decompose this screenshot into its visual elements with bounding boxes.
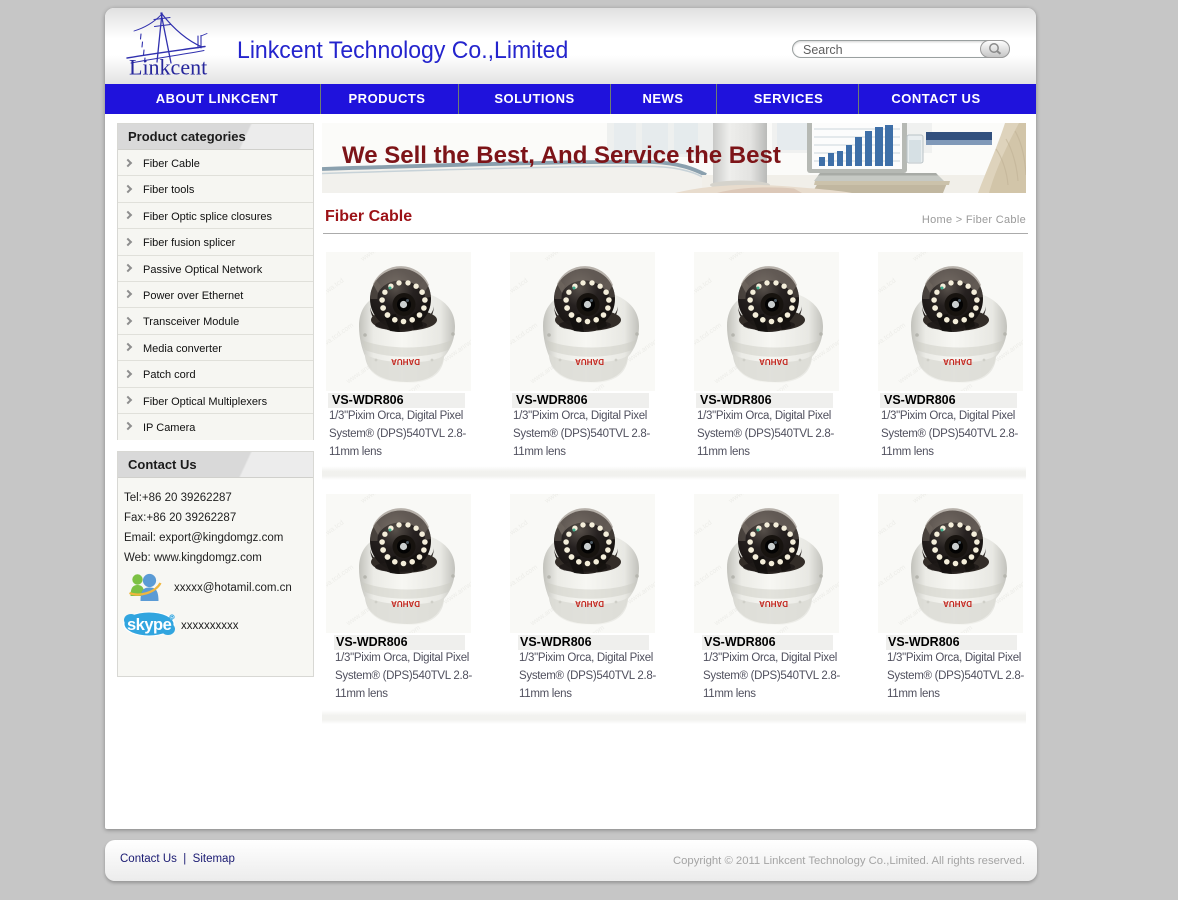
svg-text:Linkcent: Linkcent bbox=[129, 55, 207, 80]
svg-text:R: R bbox=[170, 615, 174, 621]
svg-text:skype: skype bbox=[127, 616, 172, 634]
svg-text:We Sell the Best, And Service: We Sell the Best, And Service the Best bbox=[342, 142, 781, 169]
